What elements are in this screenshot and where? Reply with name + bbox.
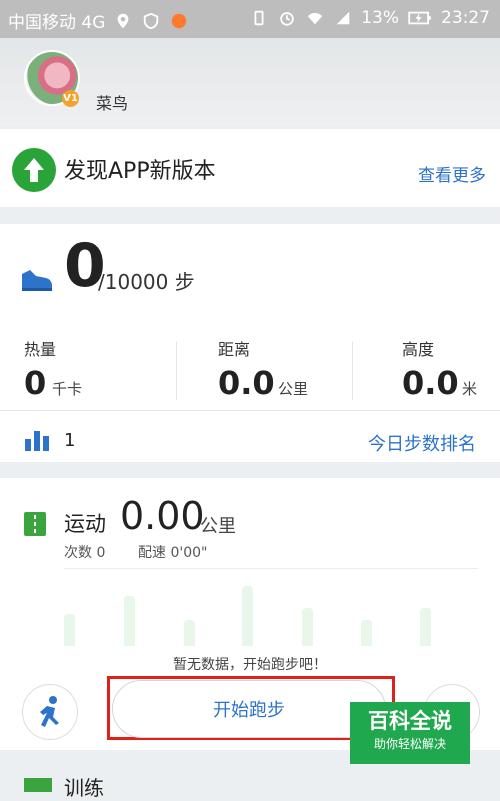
step-goal: /10000 步 [98,270,195,294]
watermark-subtitle: 助你轻松解决 [373,737,446,751]
calories-label: 热量 [24,340,57,359]
app-notification-icon [172,13,187,28]
run-distance-unit: 公里 [200,516,236,537]
shoe-icon [22,270,52,291]
see-more-link[interactable]: 查看更多 [418,161,486,186]
status-right: 13% 23:27 [249,8,490,28]
alarm-icon [280,12,294,26]
placeholder-bar [361,620,372,646]
height-value: 0.0 [402,364,459,402]
watermark-title: 百科全说 [368,709,452,733]
rank-value: 1 [64,430,76,451]
run-title: 运动 [64,512,106,536]
status-left: 中国移动 4G [8,8,189,33]
profile-header [0,38,500,126]
clock: 23:27 [441,8,490,28]
runner-icon [40,696,59,727]
stat-divider [352,342,353,400]
distance-label: 距离 [218,340,251,359]
distance-value: 0.0 [218,364,275,402]
placeholder-bar [64,614,75,646]
battery-icon [408,11,431,25]
location-icon [118,13,129,28]
watermark-logo: 百科全说 助你轻松解决 [350,702,470,764]
placeholder-bar [302,608,313,646]
no-data-message: 暂无数据，开始跑步吧！ [173,657,327,673]
signal-icon [336,11,350,25]
height-label: 高度 [402,340,435,359]
placeholder-bar [184,620,195,646]
bar-chart-icon [25,431,49,451]
vpn-icon [144,12,159,29]
calories-value: 0 [24,364,47,402]
road-icon [24,512,46,536]
divider [64,568,478,569]
step-rank-link[interactable]: 今日步数排名 [368,430,476,456]
run-pace: 配速 0'00" [138,545,208,561]
carrier-label: 中国移动 4G [8,13,106,33]
placeholder-bar [420,608,431,646]
steps-card: 0 /10000 步 热量 0 千卡 距离 0.0 公里 高度 0.0 米 1 … [0,224,500,462]
wifi-icon [308,12,323,25]
start-run-button[interactable]: 开始跑步 [112,680,386,738]
training-title[interactable]: 训练 [64,772,104,801]
run-distance: 0.00 [120,494,205,538]
update-arrow-icon [12,148,56,192]
run-count: 次数 0 [64,545,106,561]
update-banner[interactable]: 发现APP新版本 查看更多 [0,129,500,207]
status-bar: 中国移动 4G 13% 23:27 [0,0,500,38]
calories-unit: 千卡 [52,380,83,398]
placeholder-bar [124,596,135,646]
height-unit: 米 [462,380,478,398]
distance-unit: 公里 [278,380,309,398]
running-mode-button[interactable] [22,684,78,740]
divider [0,410,500,411]
username[interactable]: 菜鸟 [96,90,128,114]
vip-badge: V1 [62,90,79,107]
stat-divider [176,342,177,400]
battery-percent: 13% [361,8,399,28]
placeholder-bar [242,586,253,646]
vibrate-icon [254,10,264,26]
update-title: 发现APP新版本 [64,159,216,184]
